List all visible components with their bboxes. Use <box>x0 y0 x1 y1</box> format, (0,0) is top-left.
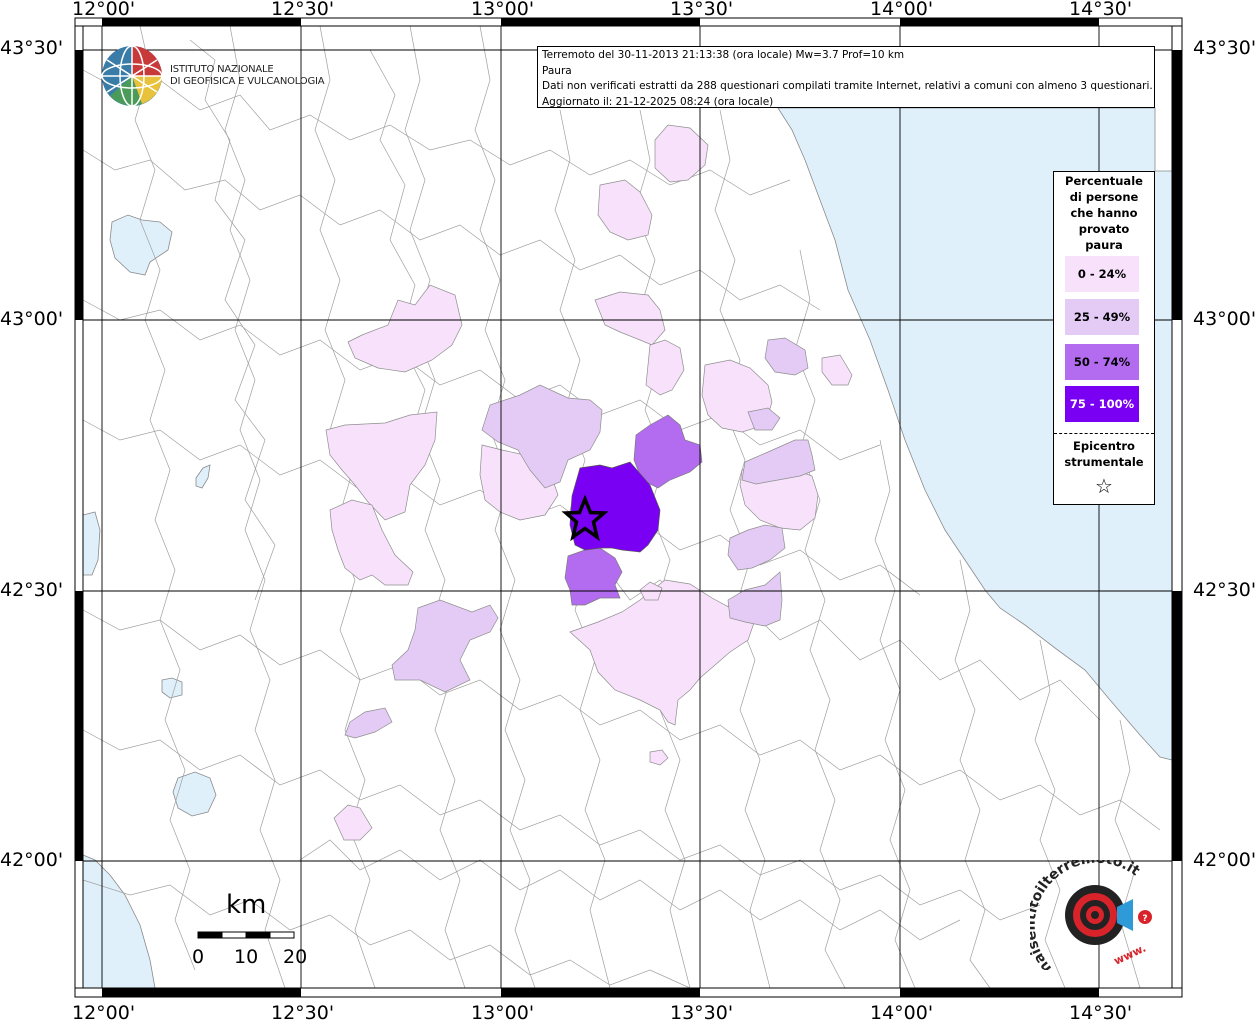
lon-label-top-1330: 13°30' <box>670 0 734 20</box>
lon-label-bottom-1430: 14°30' <box>1069 1002 1133 1024</box>
legend-title-line: provato <box>1078 222 1130 236</box>
scale-bar-label-0: 0 <box>192 946 205 968</box>
lat-label-right-4230: 42°30' <box>1193 579 1256 601</box>
lat-label-left-4230: 42°30' <box>0 579 64 601</box>
ingv-logo <box>101 45 163 107</box>
lon-label-bottom-1230: 12°30' <box>271 1002 335 1024</box>
legend-title-line: paura <box>1085 238 1123 252</box>
legend-title-line: Percentuale <box>1065 174 1143 188</box>
scale-bar <box>197 931 295 939</box>
lon-label-top-1230: 12°30' <box>271 0 335 20</box>
legend-star-icon: ☆ <box>1095 474 1113 498</box>
legend-title-line: che hanno <box>1070 206 1138 220</box>
lon-label-bottom-1400: 14°00' <box>870 1002 934 1024</box>
lat-label-left-4200: 42°00' <box>0 849 64 871</box>
legend-class-25-49: 25 - 49% <box>1065 299 1139 335</box>
legend: Percentuale di persone che hanno provato… <box>1053 171 1155 505</box>
legend-epicenter-line: Epicentro <box>1073 439 1135 453</box>
ingv-line-1: ISTITUTO NAZIONALE <box>170 64 274 75</box>
event-header: Terremoto del 30-11-2013 21:13:38 (ora l… <box>542 49 905 61</box>
lat-label-right-4300: 43°00' <box>1193 308 1256 330</box>
event-info-box: Terremoto del 30-11-2013 21:13:38 (ora l… <box>537 46 1155 108</box>
svg-text:?: ? <box>1142 914 1147 924</box>
update-time: Aggiornato il: 21-12-2025 08:24 (ora loc… <box>542 95 774 108</box>
legend-class-75-100: 75 - 100% <box>1065 386 1139 422</box>
lat-label-right-4330: 43°30' <box>1193 37 1256 59</box>
lon-label-bottom-1330: 13°30' <box>670 1002 734 1024</box>
legend-class-0-24: 0 - 24% <box>1065 256 1139 292</box>
ingv-line-2: DI GEOFISICA E VULCANOLOGIA <box>170 76 325 87</box>
legend-separator <box>1054 433 1154 434</box>
map-type: Paura <box>542 64 572 77</box>
legend-class-50-74: 50 - 74% <box>1065 344 1139 380</box>
lon-label-bottom-1300: 13°00' <box>471 1002 535 1024</box>
legend-title-line: di persone <box>1069 190 1139 204</box>
legend-title: Percentuale di persone che hanno provato… <box>1054 173 1154 253</box>
lon-label-top-1400: 14°00' <box>870 0 934 20</box>
legend-epicenter-label: Epicentro strumentale <box>1054 438 1154 470</box>
ingv-logo-text: ISTITUTO NAZIONALE DI GEOFISICA E VULCAN… <box>170 64 325 88</box>
lat-label-left-4300: 43°00' <box>0 308 64 330</box>
scale-bar-label-20: 20 <box>283 946 308 968</box>
lon-label-top-1300: 13°00' <box>471 0 535 20</box>
legend-epicenter-line: strumentale <box>1064 455 1144 469</box>
lat-label-left-4330: 43°30' <box>0 37 64 59</box>
data-disclaimer: Dati non verificati estratti da 288 ques… <box>542 80 1153 92</box>
lat-label-right-4200: 42°00' <box>1193 849 1256 871</box>
scale-bar-unit: km <box>226 890 267 920</box>
lon-label-top-1200: 12°00' <box>72 0 136 20</box>
intensity-map: ? <box>74 17 1183 998</box>
lon-label-top-1430: 14°30' <box>1069 0 1133 20</box>
lon-label-bottom-1200: 12°00' <box>72 1002 136 1024</box>
scale-bar-label-10: 10 <box>234 946 259 968</box>
